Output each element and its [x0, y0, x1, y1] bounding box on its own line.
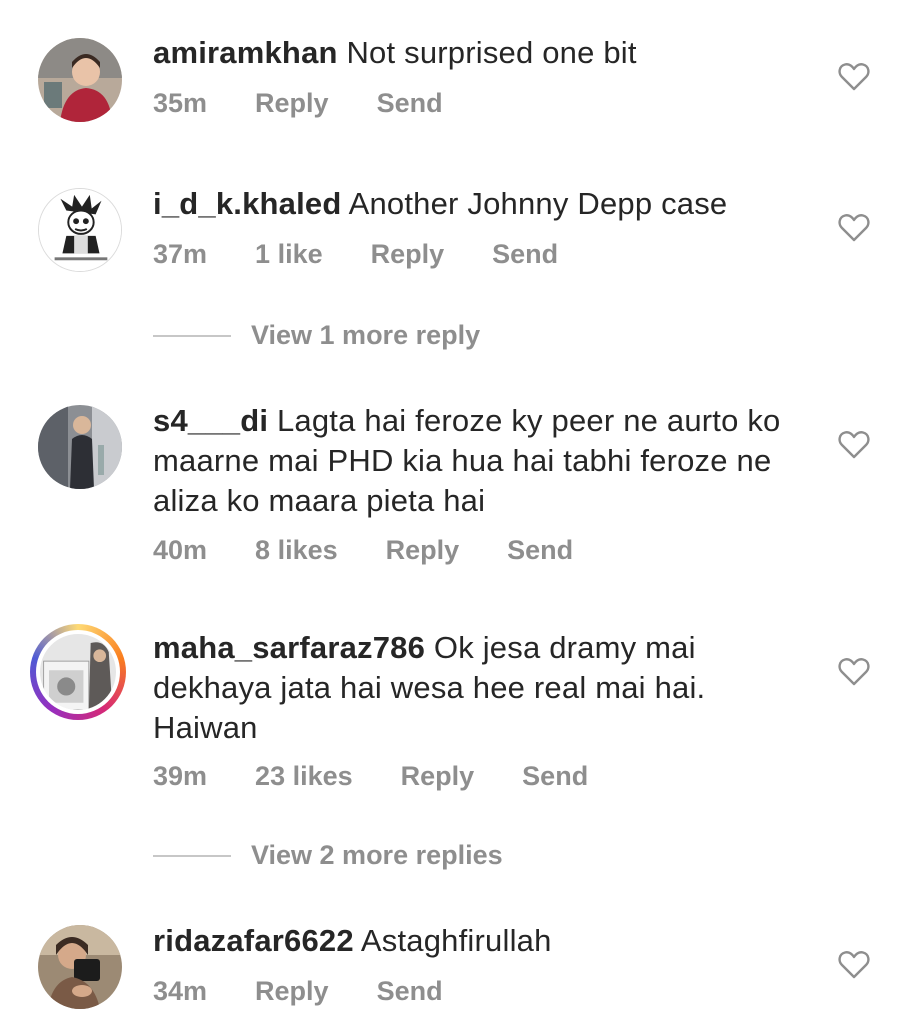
- heart-icon[interactable]: [838, 429, 870, 459]
- likes-count[interactable]: 1 like: [255, 239, 323, 270]
- view-more-label[interactable]: View 1 more reply: [251, 320, 480, 351]
- avatar[interactable]: [38, 188, 122, 272]
- view-more-replies[interactable]: View 1 more reply: [153, 320, 480, 351]
- view-more-replies[interactable]: View 2 more replies: [153, 840, 503, 871]
- send-button[interactable]: Send: [507, 535, 573, 566]
- divider-line: [153, 854, 231, 857]
- heart-icon[interactable]: [838, 656, 870, 686]
- comment-actions: 40m 8 likes Reply Send: [153, 535, 621, 566]
- heart-icon[interactable]: [838, 61, 870, 91]
- view-more-label[interactable]: View 2 more replies: [251, 840, 503, 871]
- comment-username[interactable]: s4___di: [153, 403, 268, 438]
- comment-username[interactable]: ridazafar6622: [153, 923, 354, 958]
- avatar-story-ring[interactable]: [30, 624, 126, 720]
- avatar[interactable]: [38, 405, 122, 489]
- comment-actions: 34m Reply Send: [153, 976, 491, 1007]
- comment-time: 40m: [153, 535, 208, 565]
- avatar: [36, 630, 120, 714]
- comment-time: 34m: [153, 976, 208, 1006]
- avatar[interactable]: [38, 925, 122, 1009]
- comment-text: ridazafar6622 Astaghfirullah: [153, 921, 813, 961]
- avatar[interactable]: [38, 38, 122, 122]
- comment-text: maha_sarfaraz786 Ok jesa dramy mai dekha…: [153, 628, 813, 748]
- likes-count[interactable]: 23 likes: [255, 761, 353, 792]
- comment-text: amiramkhan Not surprised one bit: [153, 33, 813, 73]
- comment-body: Astaghfirullah: [360, 923, 552, 958]
- reply-button[interactable]: Reply: [401, 761, 475, 792]
- comment-text: i_d_k.khaled Another Johnny Depp case: [153, 184, 813, 224]
- comment-username[interactable]: maha_sarfaraz786: [153, 630, 425, 665]
- comment-username[interactable]: amiramkhan: [153, 35, 338, 70]
- send-button[interactable]: Send: [492, 239, 558, 270]
- comment-time: 39m: [153, 761, 208, 791]
- comment-time: 37m: [153, 239, 208, 269]
- reply-button[interactable]: Reply: [255, 976, 329, 1007]
- comment-text: s4___di Lagta hai feroze ky peer ne aurt…: [153, 401, 813, 521]
- send-button[interactable]: Send: [522, 761, 588, 792]
- comment-actions: 39m 23 likes Reply Send: [153, 761, 636, 792]
- reply-button[interactable]: Reply: [371, 239, 445, 270]
- heart-icon[interactable]: [838, 949, 870, 979]
- comment-actions: 37m 1 like Reply Send: [153, 239, 606, 270]
- heart-icon[interactable]: [838, 212, 870, 242]
- comment-actions: 35m Reply Send: [153, 88, 491, 119]
- reply-button[interactable]: Reply: [386, 535, 460, 566]
- send-button[interactable]: Send: [377, 976, 443, 1007]
- reply-button[interactable]: Reply: [255, 88, 329, 119]
- comment-username[interactable]: i_d_k.khaled: [153, 186, 342, 221]
- divider-line: [153, 334, 231, 337]
- comment-time: 35m: [153, 88, 208, 118]
- comment-body: Not surprised one bit: [346, 35, 637, 70]
- send-button[interactable]: Send: [377, 88, 443, 119]
- comment-body: Another Johnny Depp case: [348, 186, 728, 221]
- likes-count[interactable]: 8 likes: [255, 535, 338, 566]
